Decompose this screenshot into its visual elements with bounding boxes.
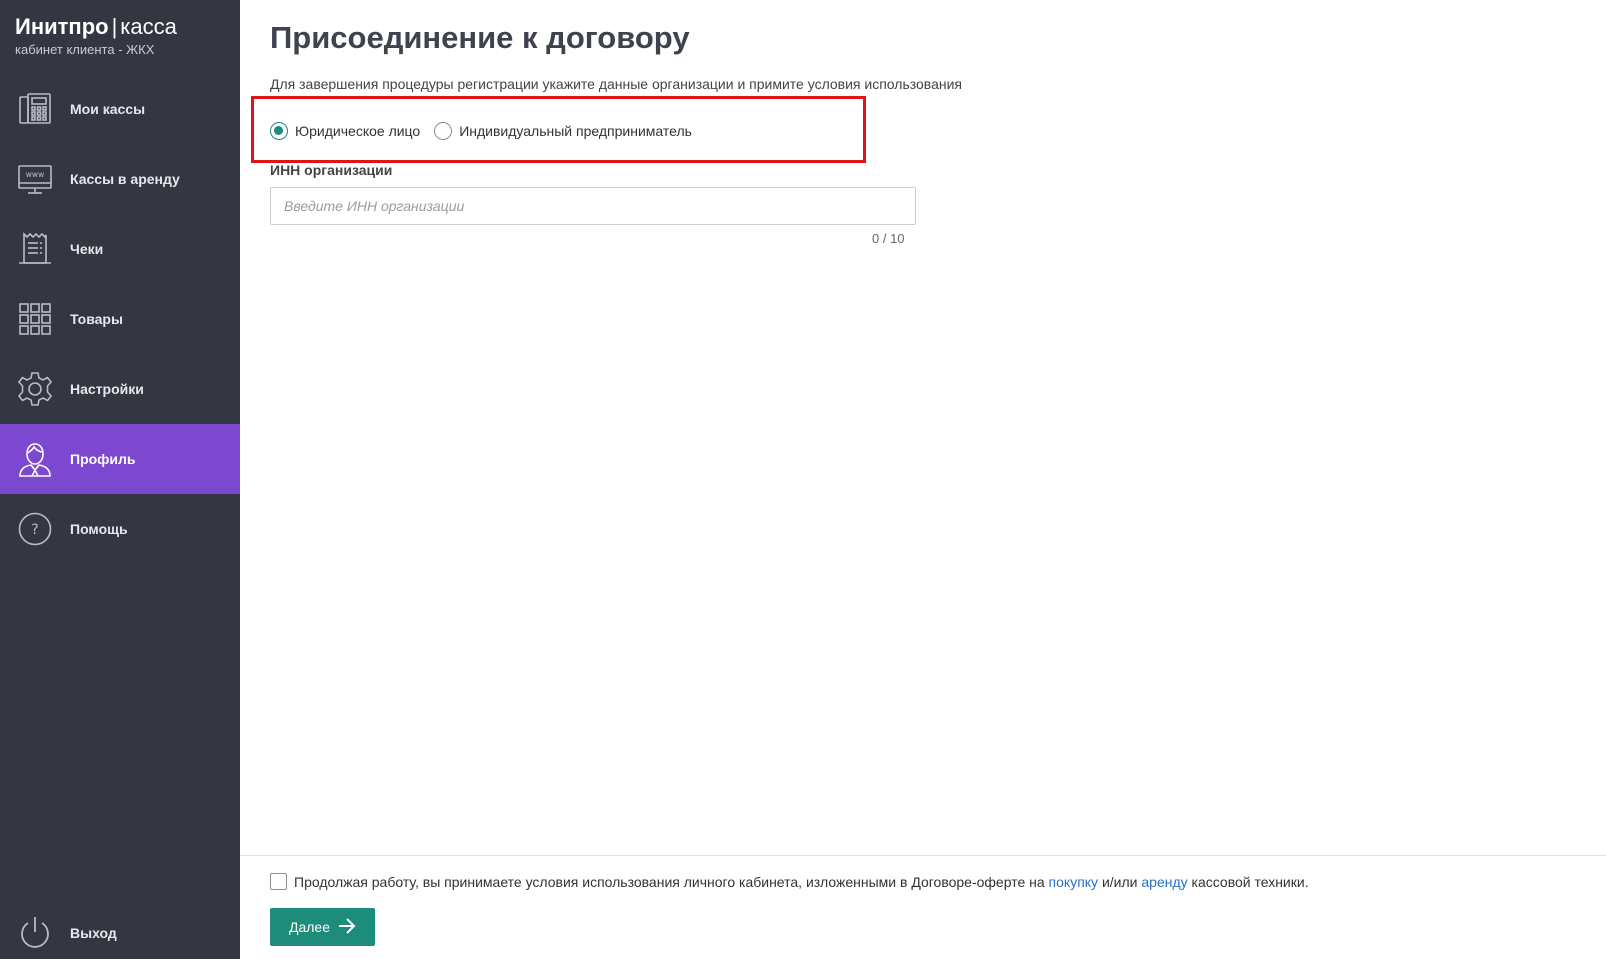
rent-link[interactable]: аренду — [1141, 874, 1187, 890]
user-icon — [15, 439, 55, 479]
agreement-text-before: Продолжая работу, вы принимаете условия … — [294, 873, 1049, 890]
page-description: Для завершения процедуры регистрации ука… — [270, 76, 962, 92]
grid-icon — [15, 299, 55, 339]
footer-divider — [240, 855, 1606, 856]
main-content: Присоединение к договору Для завершения … — [240, 0, 1606, 959]
sidebar-nav: Мои кассы www Кассы в аренду Чеки Товары… — [0, 74, 240, 564]
sidebar-item-rent-registers[interactable]: www Кассы в аренду — [0, 144, 240, 214]
brand-subtitle: кабинет клиента - ЖКХ — [15, 42, 155, 57]
sidebar-item-label: Помощь — [70, 521, 128, 537]
sidebar-item-label: Настройки — [70, 381, 144, 397]
brand-product: касса — [120, 14, 177, 39]
radio-legal-entity[interactable]: Юридическое лицо — [270, 122, 420, 140]
radio-checked-indicator[interactable] — [270, 122, 288, 140]
sidebar-item-label: Товары — [70, 311, 123, 327]
agreement-text-after: кассовой техники. — [1187, 873, 1309, 890]
power-icon — [15, 913, 55, 953]
page-title: Присоединение к договору — [270, 20, 690, 55]
brand: Инитпро | касса кабинет клиента - ЖКХ — [15, 14, 177, 57]
sidebar: Инитпро | касса кабинет клиента - ЖКХ Мои … — [0, 0, 240, 959]
monitor-www-icon: www — [15, 159, 55, 199]
next-button[interactable]: Далее — [270, 908, 375, 946]
sidebar-item-goods[interactable]: Товары — [0, 284, 240, 354]
radio-unchecked-indicator[interactable] — [434, 122, 453, 140]
radio-label: Индивидуальный предприниматель — [459, 123, 692, 139]
brand-logo[interactable]: Инитпро | касса — [15, 14, 177, 40]
brand-separator: | — [111, 14, 118, 39]
entity-type-radio-group: Юридическое лицо Индивидуальный предприн… — [270, 122, 706, 140]
inn-input[interactable] — [270, 187, 916, 225]
receipt-icon — [15, 229, 55, 269]
sidebar-item-my-registers[interactable]: Мои кассы — [0, 74, 240, 144]
sidebar-item-settings[interactable]: Настройки — [0, 354, 240, 424]
svg-text:www: www — [26, 170, 44, 179]
radio-individual-entrepreneur[interactable]: Индивидуальный предприниматель — [434, 122, 692, 140]
svg-text:?: ? — [31, 522, 38, 538]
sidebar-item-label: Чеки — [70, 241, 104, 257]
sidebar-item-help[interactable]: ? Помощь — [0, 494, 240, 564]
agreement-text-middle: и/или — [1098, 873, 1142, 890]
next-button-label: Далее — [288, 919, 330, 935]
logout-label: Выход — [70, 925, 117, 941]
sidebar-item-label: Профиль — [70, 451, 136, 467]
purchase-link[interactable]: покупку — [1049, 874, 1099, 890]
radio-label: Юридическое лицо — [295, 123, 421, 139]
sidebar-item-label: Мои кассы — [70, 101, 146, 117]
sidebar-item-label: Кассы в аренду — [70, 171, 180, 187]
agreement-row: Продолжая работу, вы принимаете условия … — [270, 873, 1309, 890]
gear-icon — [15, 369, 55, 409]
arrow-right-icon — [338, 917, 356, 937]
sidebar-item-profile[interactable]: Профиль — [0, 424, 240, 494]
logout-button[interactable]: Выход — [0, 898, 240, 959]
inn-char-counter: 0 / 10 — [872, 231, 905, 246]
cash-register-icon — [15, 89, 55, 129]
sidebar-item-receipts[interactable]: Чеки — [0, 214, 240, 284]
question-icon: ? — [15, 509, 55, 549]
brand-name: Инитпро — [15, 14, 109, 39]
inn-label: ИНН организации — [270, 162, 393, 178]
agreement-checkbox[interactable] — [270, 873, 287, 890]
agreement-text: Продолжая работу, вы принимаете условия … — [294, 874, 1309, 890]
